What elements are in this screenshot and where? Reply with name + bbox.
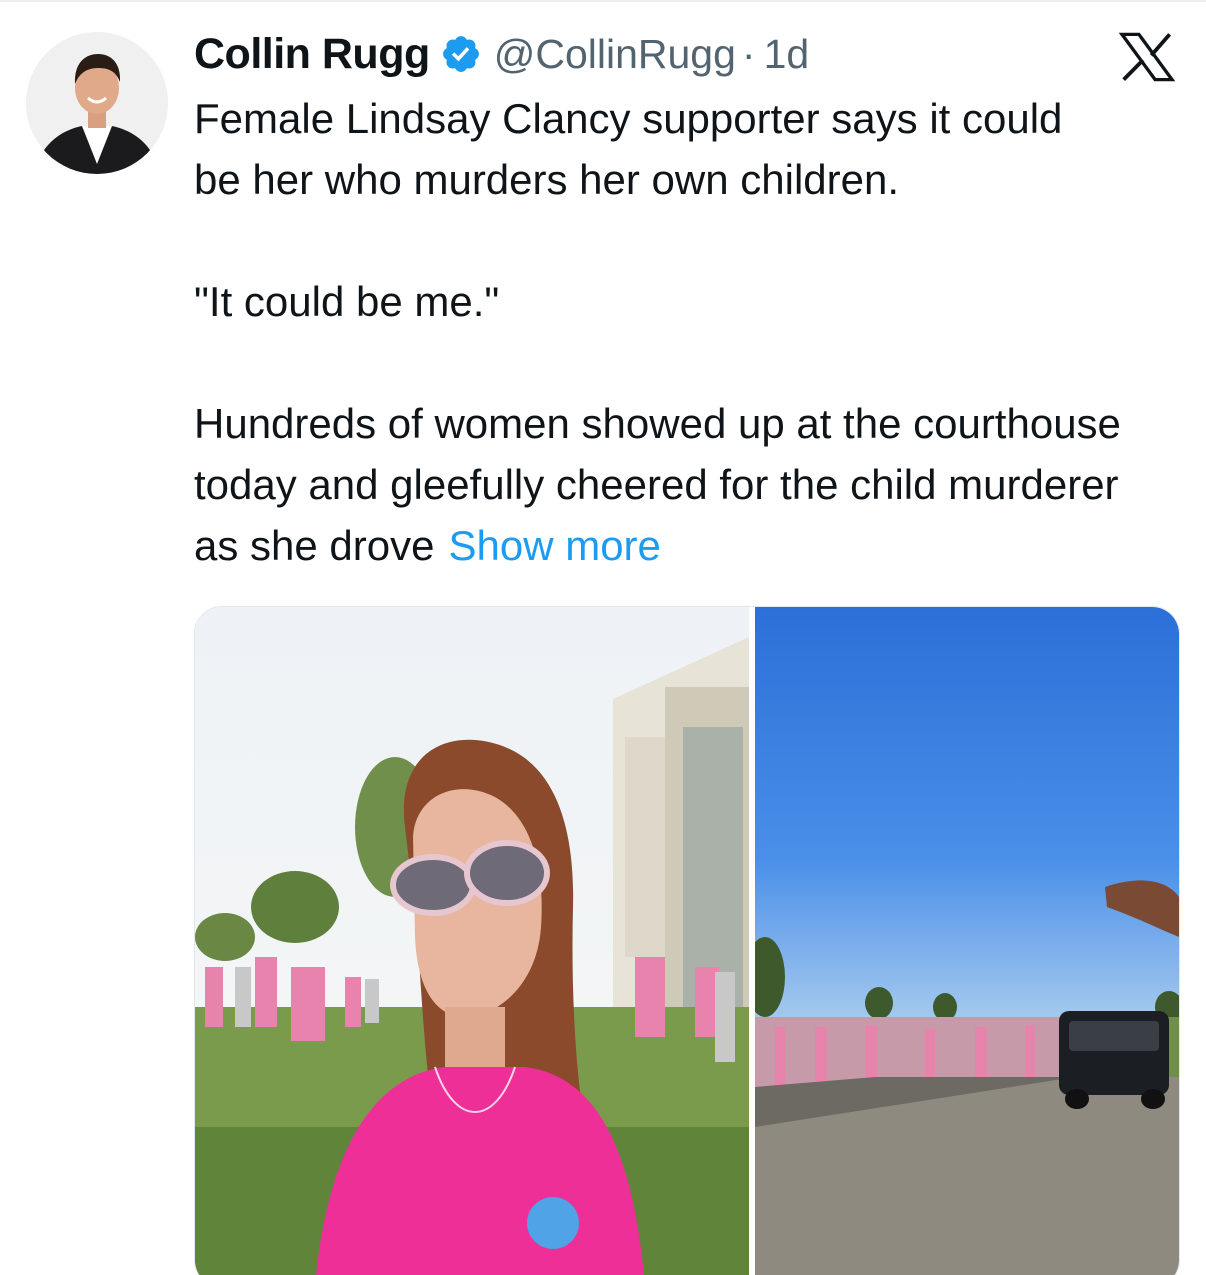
author-name[interactable]: Collin Rugg (194, 30, 430, 79)
verified-badge-icon (440, 33, 482, 75)
show-more-link[interactable]: Show more (448, 522, 660, 569)
media-grid[interactable] (194, 606, 1180, 1275)
video-thumbnail-right[interactable] (755, 607, 1179, 1275)
video-thumbnail-left[interactable] (195, 607, 749, 1275)
tweet-paragraph: Hundreds of women showed up at the court… (194, 393, 1154, 576)
avatar[interactable] (26, 32, 168, 174)
crowd-courthouse-image (195, 607, 749, 1275)
tweet-text: Female Lindsay Clancy supporter says it … (194, 88, 1184, 576)
separator-dot: · (741, 30, 756, 77)
author-handle[interactable]: @CollinRugg (494, 31, 736, 78)
crowd-road-image (755, 607, 1179, 1275)
tweet-header: Collin Rugg @CollinRugg · 1d (194, 24, 809, 84)
tweet-paragraph: "It could be me." (194, 278, 500, 325)
divider (0, 0, 1206, 2)
timestamp[interactable]: 1d (764, 31, 810, 78)
tweet-paragraph: Female Lindsay Clancy supporter says it … (194, 95, 1063, 203)
tweet-card[interactable]: Collin Rugg @CollinRugg · 1d Female Lind… (0, 0, 1206, 1275)
avatar-image (26, 32, 168, 174)
x-logo-icon[interactable] (1118, 32, 1176, 82)
